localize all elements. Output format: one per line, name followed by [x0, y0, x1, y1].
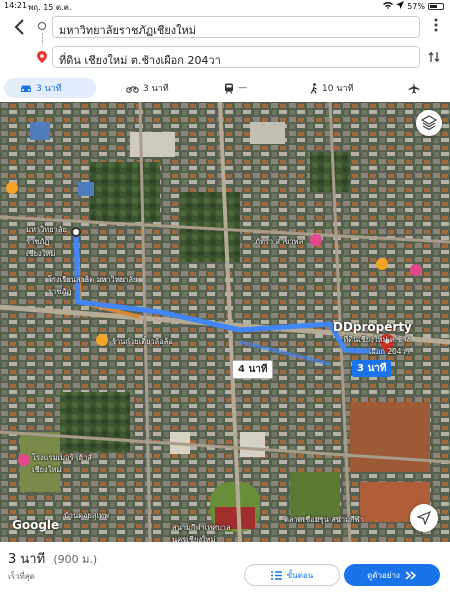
directions-header: มหาวิทยาลัยราชภัฏเชียงใหม่ ที่ดิน เชียงใ… [0, 12, 450, 72]
travel-mode-tabs: 3 นาที 3 นาที — 10 นาที [0, 78, 450, 100]
layers-icon [421, 115, 437, 131]
swap-vert-icon [428, 51, 440, 63]
more-vert-icon [434, 18, 438, 32]
watermark-logo: DDproperty [333, 320, 412, 334]
duration-text: 3 นาที [8, 552, 46, 567]
back-arrow-icon [14, 19, 24, 35]
map-label: ตลาดเชื่อมรุน สนามกีฬา [284, 515, 364, 524]
route-connector [41, 33, 43, 45]
steps-button[interactable]: ขั้นตอน [244, 564, 340, 586]
walk-icon [310, 82, 317, 94]
tab-transit-label: — [238, 83, 247, 93]
map-label: สนามกีฬาเทศบาล นครเชียงใหม่ [172, 523, 231, 542]
origin-dot-icon [38, 22, 46, 30]
tab-drive-label: 3 นาที [36, 84, 62, 94]
map-label: ภัทรา สาขาพล [255, 237, 304, 246]
tab-motorcycle[interactable]: 3 นาที [126, 78, 169, 98]
route-summary-sheet: 3 นาที (900 ม.) เร็วที่สุด ขั้นตอน ดูตัว… [0, 542, 450, 600]
destination-field[interactable]: ที่ดิน เชียงใหม่ ต.ช้างเผือก 204วา [52, 46, 420, 68]
route-points-indicator [37, 22, 47, 63]
place-pin-icon[interactable] [376, 258, 388, 270]
place-pin-icon[interactable] [310, 234, 322, 246]
map-label: โรงเรียนสาธิต มหาวิทยาลัยราชภัฏ [48, 275, 138, 296]
preview-label: ดูตัวอย่าง [367, 570, 400, 580]
status-right: 57% [383, 1, 444, 11]
car-icon [21, 85, 31, 92]
place-pin-icon[interactable] [410, 264, 422, 276]
train-icon [225, 83, 233, 94]
place-pin-icon[interactable] [6, 182, 18, 194]
map-label: บ้านดอยสุเทพ [64, 511, 109, 520]
status-bar: 14:21 พฤ. 15 ต.ค. 57% [0, 0, 450, 12]
origin-field[interactable]: มหาวิทยาลัยราชภัฏเชียงใหม่ [52, 16, 420, 38]
tab-transit[interactable]: — [224, 78, 247, 98]
wifi-icon [383, 1, 394, 11]
more-options-button[interactable] [434, 18, 438, 35]
tab-walk[interactable]: 10 นาที [310, 78, 353, 98]
motorcycle-icon [126, 86, 139, 93]
google-logo: Google [12, 518, 60, 532]
swap-button[interactable] [428, 50, 440, 68]
place-pin-icon[interactable] [96, 334, 108, 346]
place-pin-icon[interactable] [18, 454, 30, 466]
location-arrow-icon [396, 1, 405, 11]
battery-icon [428, 2, 444, 10]
map-label: ร้านก๋วยเตี๋ยวล้อล้อ [112, 337, 173, 346]
double-chevron-right-icon [405, 570, 417, 580]
my-location-button[interactable] [410, 504, 438, 532]
tab-walk-label: 10 นาที [322, 84, 354, 94]
tab-flight[interactable] [408, 78, 420, 98]
map-label: ที่ดินเชียงใหม่ ต.ช้างเผือก 204วา [343, 335, 410, 356]
map-label: โรงแรมเมอริ เฮ้าส์ เชียงใหม่ [32, 453, 92, 474]
navigation-arrow-icon [417, 511, 431, 525]
map-view[interactable]: มหาวิทยาลัยราชภัฏเชียงใหม่ โรงเรียนสาธิต… [0, 102, 450, 542]
map-label: มหาวิทยาลัยราชภัฏเชียงใหม่ [26, 225, 67, 258]
steps-label: ขั้นตอน [286, 570, 314, 580]
distance-text: (900 ม.) [53, 553, 98, 566]
alt-route-duration[interactable]: 4 นาที [232, 360, 274, 379]
tab-drive[interactable]: 3 นาที [4, 78, 96, 98]
destination-pin-icon [37, 48, 47, 63]
route-subtitle: เร็วที่สุด [8, 572, 35, 581]
flight-icon [408, 82, 420, 94]
route-duration: 3 นาที (900 ม.) [8, 548, 97, 569]
back-button[interactable] [8, 18, 30, 40]
tab-motorcycle-label: 3 นาที [143, 84, 169, 94]
status-time: 14:21 [4, 1, 28, 10]
list-icon [270, 570, 282, 580]
preview-button[interactable]: ดูตัวอย่าง [344, 564, 440, 586]
main-route-duration[interactable]: 3 นาที [352, 360, 392, 377]
battery-percent: 57% [407, 1, 425, 11]
layers-button[interactable] [416, 110, 442, 136]
